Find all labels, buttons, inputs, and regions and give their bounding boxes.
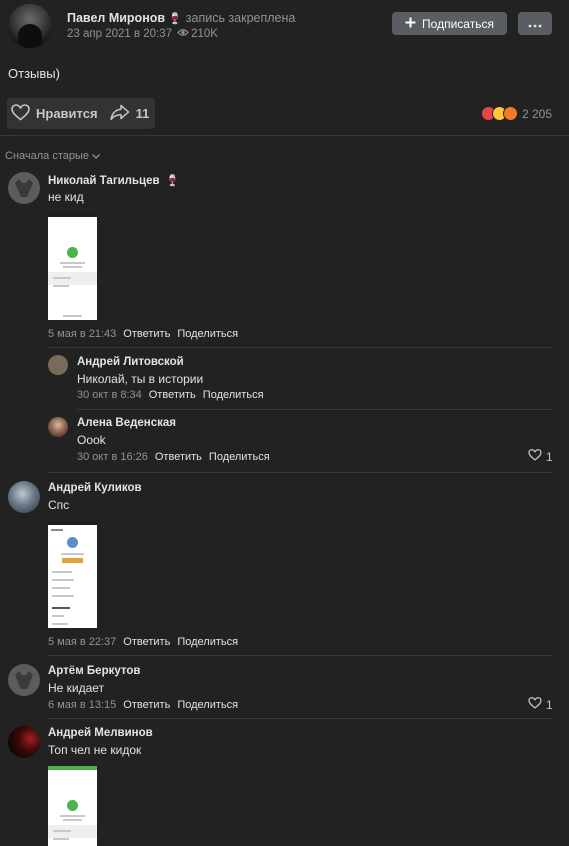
post-actions: Нравится 11 — [7, 98, 156, 129]
comment-date[interactable]: 6 мая в 13:15 — [48, 699, 116, 711]
heart-icon — [528, 697, 542, 712]
comment-text: Спс — [48, 498, 70, 512]
share-link[interactable]: Поделиться — [177, 636, 238, 648]
comment-author[interactable]: Андрей Куликов — [48, 482, 142, 494]
comment-like-button[interactable]: 1 — [528, 697, 553, 712]
comment-date[interactable]: 5 мая в 21:43 — [48, 328, 116, 340]
share-icon — [110, 104, 130, 124]
comment-text: не кид — [48, 190, 84, 204]
divider — [48, 347, 552, 348]
comment-author[interactable]: Артём Беркутов — [48, 665, 140, 677]
comment-attachment[interactable] — [48, 766, 97, 846]
comment-date[interactable]: 5 мая в 22:37 — [48, 636, 116, 648]
comment-text: Oook — [77, 433, 106, 447]
reactions-summary[interactable]: 2 205 — [480, 106, 552, 121]
commenter-avatar[interactable] — [8, 172, 40, 204]
author-avatar[interactable] — [8, 4, 52, 48]
comment-like-count: 1 — [546, 697, 553, 712]
subscribe-label: Подписаться — [422, 16, 494, 31]
divider — [77, 409, 552, 410]
share-link[interactable]: Поделиться — [177, 328, 238, 340]
comment-author[interactable]: Андрей Литовской — [77, 356, 184, 368]
reply-link[interactable]: Ответить — [123, 328, 170, 340]
comment-text: Николай, ты в истории — [77, 372, 204, 386]
comment-footer: 5 мая в 21:43 Ответить Поделиться — [48, 328, 238, 340]
share-button[interactable]: 11 — [106, 98, 156, 129]
comment-attachment[interactable] — [48, 213, 97, 320]
comment-text: Топ чел не кидок — [48, 743, 142, 757]
reactions-count: 2 205 — [521, 106, 552, 121]
dog-icon — [15, 179, 33, 197]
chevron-down-icon — [92, 150, 100, 162]
reply-link[interactable]: Ответить — [123, 636, 170, 648]
comment-date[interactable]: 30 окт в 8:34 — [77, 389, 142, 401]
subscribe-button[interactable]: Подписаться — [392, 12, 507, 35]
share-link[interactable]: Поделиться — [209, 451, 270, 463]
reply-link[interactable]: Ответить — [149, 389, 196, 401]
comment-footer: 30 окт в 16:26 Ответить Поделиться — [77, 451, 270, 463]
commenter-avatar[interactable] — [48, 355, 68, 375]
commenter-avatar[interactable] — [48, 417, 68, 437]
divider — [0, 135, 569, 136]
sort-dropdown[interactable]: Сначала старые — [5, 150, 100, 162]
more-icon — [528, 16, 542, 31]
more-button[interactable] — [518, 12, 552, 35]
comment-author[interactable]: Николай Тагильцев 🍷 — [48, 174, 180, 187]
comment-like-button[interactable]: 1 — [528, 449, 553, 464]
author-line: Павел Миронов 🍷 запись закреплена — [67, 11, 295, 25]
comment-attachment[interactable] — [48, 521, 97, 628]
post-text: Отзывы) — [8, 66, 60, 81]
divider — [48, 655, 552, 656]
post-date[interactable]: 23 апр 2021 в 20:37 — [67, 28, 172, 40]
post-header: Павел Миронов 🍷 запись закреплена 23 апр 2… — [0, 0, 569, 56]
share-link[interactable]: Поделиться — [203, 389, 264, 401]
eye-icon — [177, 28, 189, 40]
like-label: Нравится — [36, 106, 98, 121]
comment-date[interactable]: 30 окт в 16:26 — [77, 451, 148, 463]
dog-icon — [15, 671, 33, 689]
commenter-avatar[interactable] — [8, 481, 40, 513]
author-name[interactable]: Павел Миронов — [67, 11, 165, 25]
share-link[interactable]: Поделиться — [177, 699, 238, 711]
divider — [48, 718, 552, 719]
comment-footer: 30 окт в 8:34 Ответить Поделиться — [77, 389, 264, 401]
comment-footer: 5 мая в 22:37 Ответить Поделиться — [48, 636, 238, 648]
heart-icon — [11, 103, 30, 124]
divider — [48, 472, 552, 473]
comment-author[interactable]: Алена Веденская — [77, 417, 176, 429]
reply-link[interactable]: Ответить — [155, 451, 202, 463]
heart-icon — [528, 449, 542, 464]
commenter-avatar[interactable] — [8, 664, 40, 696]
post-meta: 23 апр 2021 в 20:37 210K — [67, 28, 218, 40]
sort-label: Сначала старые — [5, 150, 90, 162]
reply-link[interactable]: Ответить — [123, 699, 170, 711]
comment-like-count: 1 — [546, 449, 553, 464]
plus-icon — [405, 17, 416, 31]
comment-author[interactable]: Андрей Мелвинов — [48, 727, 153, 739]
like-button[interactable]: Нравится — [7, 98, 106, 129]
author-emoji: 🍷 — [168, 13, 182, 25]
commenter-avatar[interactable] — [8, 726, 40, 758]
views-count: 210K — [191, 28, 218, 40]
pinned-label: запись закреплена — [185, 11, 296, 25]
comment-footer: 6 мая в 13:15 Ответить Поделиться — [48, 699, 238, 711]
comment-text: Не кидает — [48, 681, 105, 695]
share-count: 11 — [135, 106, 150, 121]
reaction-angry-icon — [502, 106, 518, 121]
